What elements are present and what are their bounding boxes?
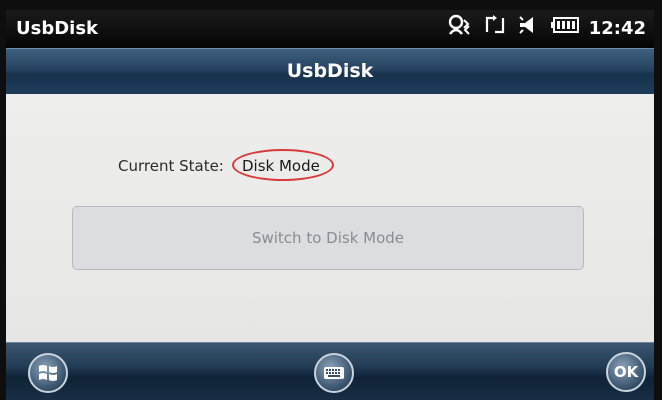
volume-muted-icon[interactable] bbox=[517, 14, 541, 44]
title-bar: UsbDisk bbox=[6, 48, 654, 95]
battery-icon[interactable] bbox=[550, 16, 579, 42]
current-state-value: Disk Mode bbox=[242, 157, 320, 175]
status-clock[interactable]: 12:42 bbox=[589, 16, 646, 42]
start-button[interactable] bbox=[28, 353, 68, 393]
keyboard-button[interactable] bbox=[314, 353, 354, 393]
keyboard-icon bbox=[324, 367, 344, 379]
switch-mode-button[interactable]: Switch to Disk Mode bbox=[72, 206, 584, 270]
softkey-bar: OK bbox=[6, 342, 654, 400]
status-bar: UsbDisk 12:42 bbox=[6, 10, 654, 48]
windows-flag-icon bbox=[39, 365, 57, 381]
page-title: UsbDisk bbox=[286, 60, 374, 82]
current-state-label: Current State: bbox=[118, 157, 224, 175]
sync-icon[interactable] bbox=[483, 14, 507, 44]
status-icons: 12:42 bbox=[447, 14, 646, 44]
device-screen: UsbDisk 12:42 UsbDisk Current State: Dis… bbox=[0, 0, 662, 400]
ok-button[interactable]: OK bbox=[606, 352, 646, 392]
main-content: Current State: Disk Mode Switch to Disk … bbox=[6, 94, 654, 342]
connectivity-icon[interactable] bbox=[447, 14, 473, 44]
status-app-name[interactable]: UsbDisk bbox=[16, 18, 98, 39]
